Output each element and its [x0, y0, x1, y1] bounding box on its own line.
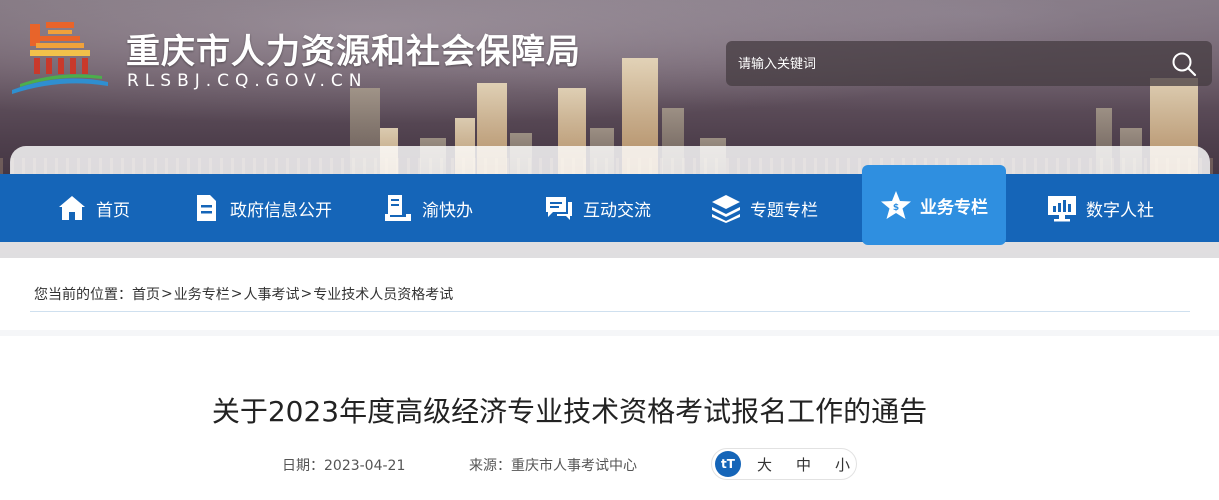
search-input[interactable]: [738, 51, 1138, 77]
nav-bottom-strip: [0, 242, 1219, 258]
nav-item-label: 渝快办: [422, 200, 473, 221]
article-source: 来源：重庆市人事考试中心: [469, 458, 637, 474]
breadcrumb-separator: >: [161, 285, 173, 302]
font-size-control: tT 大 中 小: [711, 448, 857, 480]
nav-top-strip: [10, 146, 1210, 176]
site-domain: RLSBJ.CQ.GOV.CN: [127, 71, 368, 91]
font-size-small[interactable]: 小: [835, 454, 850, 475]
text-size-icon: tT: [715, 451, 741, 477]
search-box: [726, 41, 1212, 86]
document-icon: [197, 195, 216, 221]
layers-icon: [712, 195, 740, 223]
nav-item-label: 首页: [96, 200, 130, 221]
nav-item-label: 数字人社: [1086, 200, 1154, 221]
nav-item-label: 互动交流: [583, 200, 651, 221]
breadcrumb-separator: >: [300, 285, 313, 302]
star-icon: $: [881, 191, 911, 219]
breadcrumb-prefix: 您当前的位置：: [34, 286, 132, 303]
nav-item-label: 业务专栏: [920, 197, 988, 218]
chat-icon: [546, 197, 572, 220]
font-size-large[interactable]: 大: [757, 454, 772, 475]
font-size-medium[interactable]: 中: [796, 454, 811, 475]
breadcrumb: 您当前的位置： 首页 > 业务专栏 > 人事考试 > 专业技术人员资格考试: [30, 276, 1190, 312]
logo-icon: [12, 22, 108, 94]
article-date: 日期：2023-04-21: [282, 458, 406, 474]
breadcrumb-link-exam[interactable]: 人事考试: [243, 284, 299, 304]
book-icon: [385, 195, 411, 221]
breadcrumb-link-qualification[interactable]: 专业技术人员资格考试: [313, 284, 453, 304]
search-icon[interactable]: [1170, 50, 1198, 78]
monitor-chart-icon: [1048, 196, 1076, 222]
breadcrumb-separator: >: [230, 285, 243, 302]
nav-item-special-topics[interactable]: 专题专栏: [710, 174, 818, 242]
nav-item-yukuaiban[interactable]: 渝快办: [382, 174, 473, 242]
main-nav: 首页 政府信息公开 渝快办 互动交流 专题专栏 $ 业务专栏 数字人社: [0, 165, 1219, 245]
nav-item-digital[interactable]: 数字人社: [1046, 174, 1154, 242]
nav-item-business[interactable]: $ 业务专栏: [862, 165, 1006, 245]
home-icon: [59, 196, 85, 220]
svg-text:$: $: [893, 203, 899, 213]
nav-item-label: 专题专栏: [750, 200, 818, 221]
article-title: 关于2023年度高级经济专业技术资格考试报名工作的通告: [211, 395, 928, 428]
section-divider: [0, 330, 1219, 336]
site-title: 重庆市人力资源和社会保障局: [126, 32, 581, 72]
breadcrumb-link-business[interactable]: 业务专栏: [174, 284, 230, 304]
breadcrumb-link-home[interactable]: 首页: [132, 284, 160, 304]
nav-item-label: 政府信息公开: [230, 200, 332, 221]
nav-item-home[interactable]: 首页: [56, 174, 130, 242]
nav-item-interaction[interactable]: 互动交流: [543, 174, 651, 242]
nav-item-gov-info[interactable]: 政府信息公开: [190, 174, 332, 242]
